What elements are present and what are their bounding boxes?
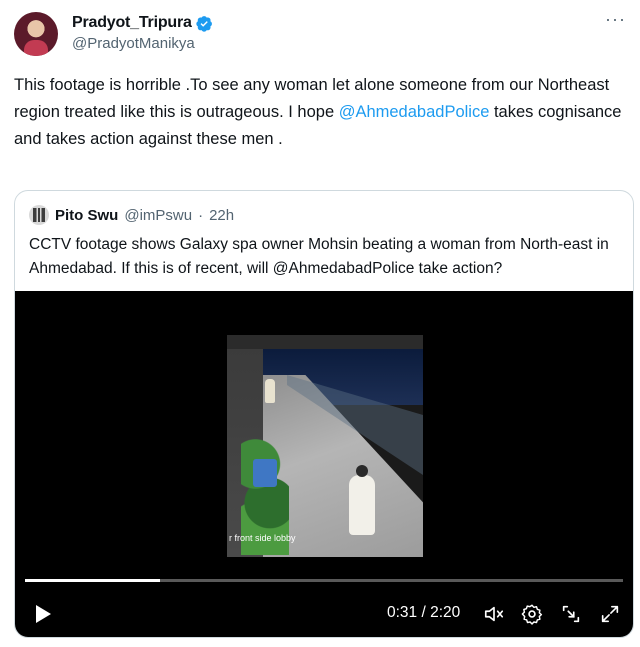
mute-icon[interactable] (483, 603, 505, 625)
video-progress-bar[interactable] (25, 579, 623, 582)
frame-caption: r front side lobby (229, 533, 296, 543)
video-time: 0:31 / 2:20 (387, 604, 461, 621)
settings-icon[interactable] (521, 603, 543, 625)
author-block: Pradyot_Tripura @PradyotManikya (72, 13, 213, 52)
fullscreen-icon[interactable] (599, 603, 621, 625)
quoted-timestamp[interactable]: 22h (209, 207, 234, 224)
author-avatar[interactable] (14, 12, 58, 56)
pop-out-icon[interactable] (560, 603, 582, 625)
tweet-text: This footage is horrible .To see any wom… (14, 72, 634, 153)
frame-person-near (349, 465, 375, 535)
mention-link[interactable]: @AhmedabadPolice (339, 103, 490, 121)
frame-ceiling (227, 335, 423, 349)
frame-blue-tub (253, 459, 277, 487)
more-options-icon[interactable]: ··· (605, 10, 626, 28)
frame-person-distant (265, 379, 275, 403)
quoted-author-avatar[interactable] (29, 205, 49, 225)
quoted-tweet-text: CCTV footage shows Galaxy spa owner Mohs… (29, 236, 609, 277)
video-progress-fill (25, 579, 160, 582)
quoted-tweet[interactable]: Pito Swu @imPswu · 22h CCTV footage show… (14, 190, 634, 638)
tweet: Pradyot_Tripura @PradyotManikya ··· This… (0, 0, 640, 647)
quoted-author-name[interactable]: Pito Swu (55, 207, 118, 224)
quoted-tweet-header: Pito Swu @imPswu · 22h (29, 205, 234, 225)
play-icon[interactable] (33, 603, 53, 625)
author-display-name[interactable]: Pradyot_Tripura (72, 14, 192, 32)
verified-badge-icon (196, 15, 212, 32)
quoted-author-handle[interactable]: @imPswu (124, 207, 192, 224)
video-controls: 0:31 / 2:20 (15, 595, 633, 635)
author-handle[interactable]: @PradyotManikya (72, 35, 213, 52)
video-player[interactable]: r front side lobby 0:31 / 2:20 (15, 291, 633, 637)
separator-dot: · (198, 206, 204, 224)
video-frame: r front side lobby (227, 335, 423, 557)
